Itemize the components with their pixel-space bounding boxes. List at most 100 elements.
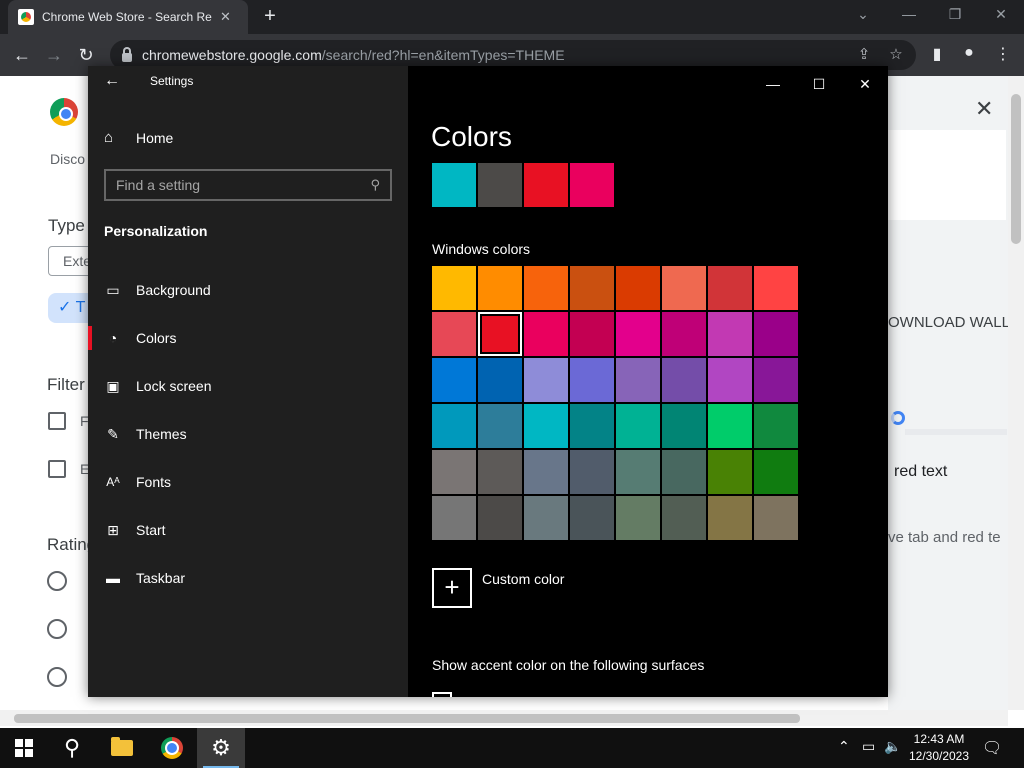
back-icon[interactable]: ← [9, 42, 35, 68]
color-swatch[interactable] [524, 266, 568, 310]
color-swatch[interactable] [754, 358, 798, 402]
color-swatch[interactable] [708, 450, 752, 494]
color-swatch[interactable] [570, 312, 614, 356]
vertical-scroll-thumb[interactable] [1011, 94, 1021, 244]
tab-close-icon[interactable]: ✕ [220, 9, 231, 25]
settings-minimize-icon[interactable]: — [750, 70, 796, 98]
file-explorer-button[interactable] [98, 728, 146, 768]
share-icon[interactable]: ⇪ [854, 45, 874, 63]
search-button[interactable]: ⚲ [48, 728, 96, 768]
network-icon[interactable]: ▭ [862, 738, 875, 755]
color-swatch[interactable] [616, 266, 660, 310]
color-swatch[interactable] [570, 496, 614, 540]
nav-item-fonts[interactable]: Aᴬ Fonts [88, 460, 408, 504]
color-swatch[interactable] [662, 404, 706, 448]
color-swatch[interactable] [432, 312, 476, 356]
color-swatch[interactable] [754, 450, 798, 494]
nav-item-lock-screen[interactable]: ▣ Lock screen [88, 364, 408, 408]
horizontal-scroll-thumb[interactable] [14, 714, 800, 723]
color-swatch[interactable] [432, 450, 476, 494]
nav-item-colors[interactable]: ◔ Colors [88, 316, 408, 360]
recent-color-swatch[interactable] [432, 163, 476, 207]
reload-icon[interactable]: ↻ [73, 42, 99, 68]
rating-radio-1[interactable] [47, 571, 67, 591]
color-swatch[interactable] [432, 266, 476, 310]
horizontal-scrollbar[interactable] [0, 710, 1008, 726]
bookmark-star-icon[interactable]: ☆ [886, 45, 906, 63]
nav-item-taskbar[interactable]: ▬ Taskbar [88, 556, 408, 600]
clock[interactable]: 12:43 AM 12/30/2023 [904, 731, 974, 765]
color-swatch[interactable] [708, 358, 752, 402]
color-swatch[interactable] [570, 450, 614, 494]
profile-icon[interactable]: ● [958, 44, 980, 62]
color-swatch[interactable] [754, 496, 798, 540]
color-swatch[interactable] [708, 266, 752, 310]
color-swatch[interactable] [524, 312, 568, 356]
color-swatch[interactable] [616, 312, 660, 356]
custom-color-button[interactable]: + Custom color [432, 568, 564, 608]
rating-radio-3[interactable] [47, 667, 67, 687]
color-swatch[interactable] [708, 496, 752, 540]
chevron-up-icon[interactable]: ⌃ [838, 738, 850, 755]
color-swatch[interactable] [616, 496, 660, 540]
discover-link[interactable]: Disco [50, 151, 85, 167]
volume-muted-icon[interactable]: 🔈 [884, 738, 901, 755]
color-swatch[interactable] [616, 450, 660, 494]
color-swatch[interactable] [754, 266, 798, 310]
color-swatch[interactable] [662, 266, 706, 310]
side-panel-icon[interactable]: ▮ [926, 44, 948, 64]
color-swatch[interactable] [570, 358, 614, 402]
color-swatch[interactable] [570, 266, 614, 310]
result-title[interactable]: OWNLOAD WALL [888, 314, 1010, 331]
color-swatch[interactable] [432, 404, 476, 448]
color-swatch[interactable] [616, 404, 660, 448]
color-swatch[interactable] [478, 266, 522, 310]
color-swatch[interactable] [570, 404, 614, 448]
start-button[interactable] [0, 728, 48, 768]
selected-color-swatch[interactable] [478, 312, 522, 356]
close-icon[interactable]: ✕ [975, 96, 993, 122]
recent-color-swatch[interactable] [478, 163, 522, 207]
color-swatch[interactable] [616, 358, 660, 402]
nav-item-start[interactable]: ⊞ Start [88, 508, 408, 552]
color-swatch[interactable] [478, 404, 522, 448]
settings-maximize-icon[interactable]: ☐ [796, 70, 842, 98]
nav-item-themes[interactable]: ✎ Themes [88, 412, 408, 456]
color-swatch[interactable] [432, 358, 476, 402]
rating-radio-2[interactable] [47, 619, 67, 639]
color-swatch[interactable] [662, 496, 706, 540]
settings-app-button[interactable]: ⚙ [197, 728, 245, 768]
filter-checkbox-1[interactable] [48, 412, 66, 430]
chrome-button[interactable] [148, 728, 196, 768]
menu-icon[interactable]: ⋮ [992, 44, 1014, 64]
color-swatch[interactable] [662, 312, 706, 356]
color-swatch[interactable] [754, 404, 798, 448]
back-arrow-icon[interactable]: ← [104, 72, 120, 90]
recent-color-swatch[interactable] [524, 163, 568, 207]
forward-icon[interactable]: → [41, 42, 67, 68]
color-swatch[interactable] [524, 358, 568, 402]
browser-tab[interactable]: Chrome Web Store - Search Resu ✕ [8, 0, 248, 34]
color-swatch[interactable] [478, 496, 522, 540]
color-swatch[interactable] [708, 312, 752, 356]
settings-close-icon[interactable]: ✕ [842, 70, 888, 98]
color-swatch[interactable] [432, 496, 476, 540]
recent-color-swatch[interactable] [570, 163, 614, 207]
filter-checkbox-2[interactable] [48, 460, 66, 478]
color-swatch[interactable] [524, 496, 568, 540]
accent-surface-checkbox[interactable] [432, 692, 452, 697]
color-swatch[interactable] [524, 450, 568, 494]
find-setting-input[interactable]: Find a setting ⚲ [104, 169, 392, 201]
color-swatch[interactable] [478, 450, 522, 494]
nav-item-background[interactable]: ▭ Background [88, 268, 408, 312]
tab-search-icon[interactable]: ⌄ [840, 0, 886, 30]
new-tab-icon[interactable]: + [258, 4, 282, 28]
minimize-icon[interactable]: — [886, 0, 932, 30]
color-swatch[interactable] [708, 404, 752, 448]
close-window-icon[interactable]: ✕ [978, 0, 1024, 30]
restore-icon[interactable]: ❐ [932, 0, 978, 30]
color-swatch[interactable] [478, 358, 522, 402]
nav-home[interactable]: ⌂ Home [104, 129, 173, 146]
color-swatch[interactable] [524, 404, 568, 448]
color-swatch[interactable] [662, 358, 706, 402]
